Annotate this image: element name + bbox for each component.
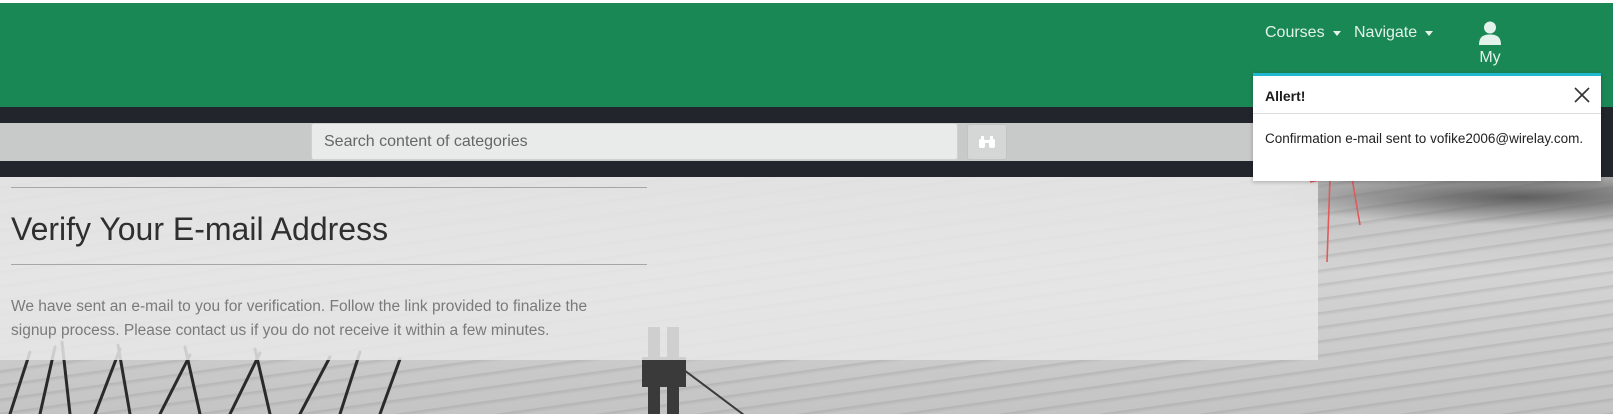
alert-title: Allert! [1265, 88, 1306, 104]
navigate-label: Navigate [1354, 24, 1418, 41]
courses-dropdown[interactable]: Courses [1265, 24, 1341, 42]
alert-header: Allert! [1253, 76, 1601, 114]
verify-card: Verify Your E-mail Address We have sent … [0, 177, 1318, 360]
binoculars-icon [979, 136, 995, 148]
chevron-down-icon [1425, 30, 1434, 36]
user-menu-label: My [1479, 49, 1501, 66]
alert-message: Confirmation e-mail sent to vofike2006@w… [1265, 131, 1584, 146]
user-menu[interactable]: My [1465, 21, 1515, 67]
arrow-annotation [1309, 177, 1361, 263]
search-button[interactable] [967, 124, 1007, 160]
courses-label: Courses [1265, 24, 1325, 41]
verification-message: We have sent an e-mail to you for verifi… [11, 298, 588, 339]
alert-popover: Allert! Confirmation e-mail sent to vofi… [1253, 73, 1601, 181]
navigate-dropdown[interactable]: Navigate [1354, 24, 1434, 42]
divider [11, 264, 647, 265]
search-input[interactable] [311, 123, 958, 160]
page-title: Verify Your E-mail Address [11, 211, 389, 247]
user-icon [1479, 21, 1501, 45]
chevron-down-icon [1332, 30, 1341, 36]
close-icon[interactable] [1571, 84, 1593, 106]
divider [11, 187, 647, 188]
